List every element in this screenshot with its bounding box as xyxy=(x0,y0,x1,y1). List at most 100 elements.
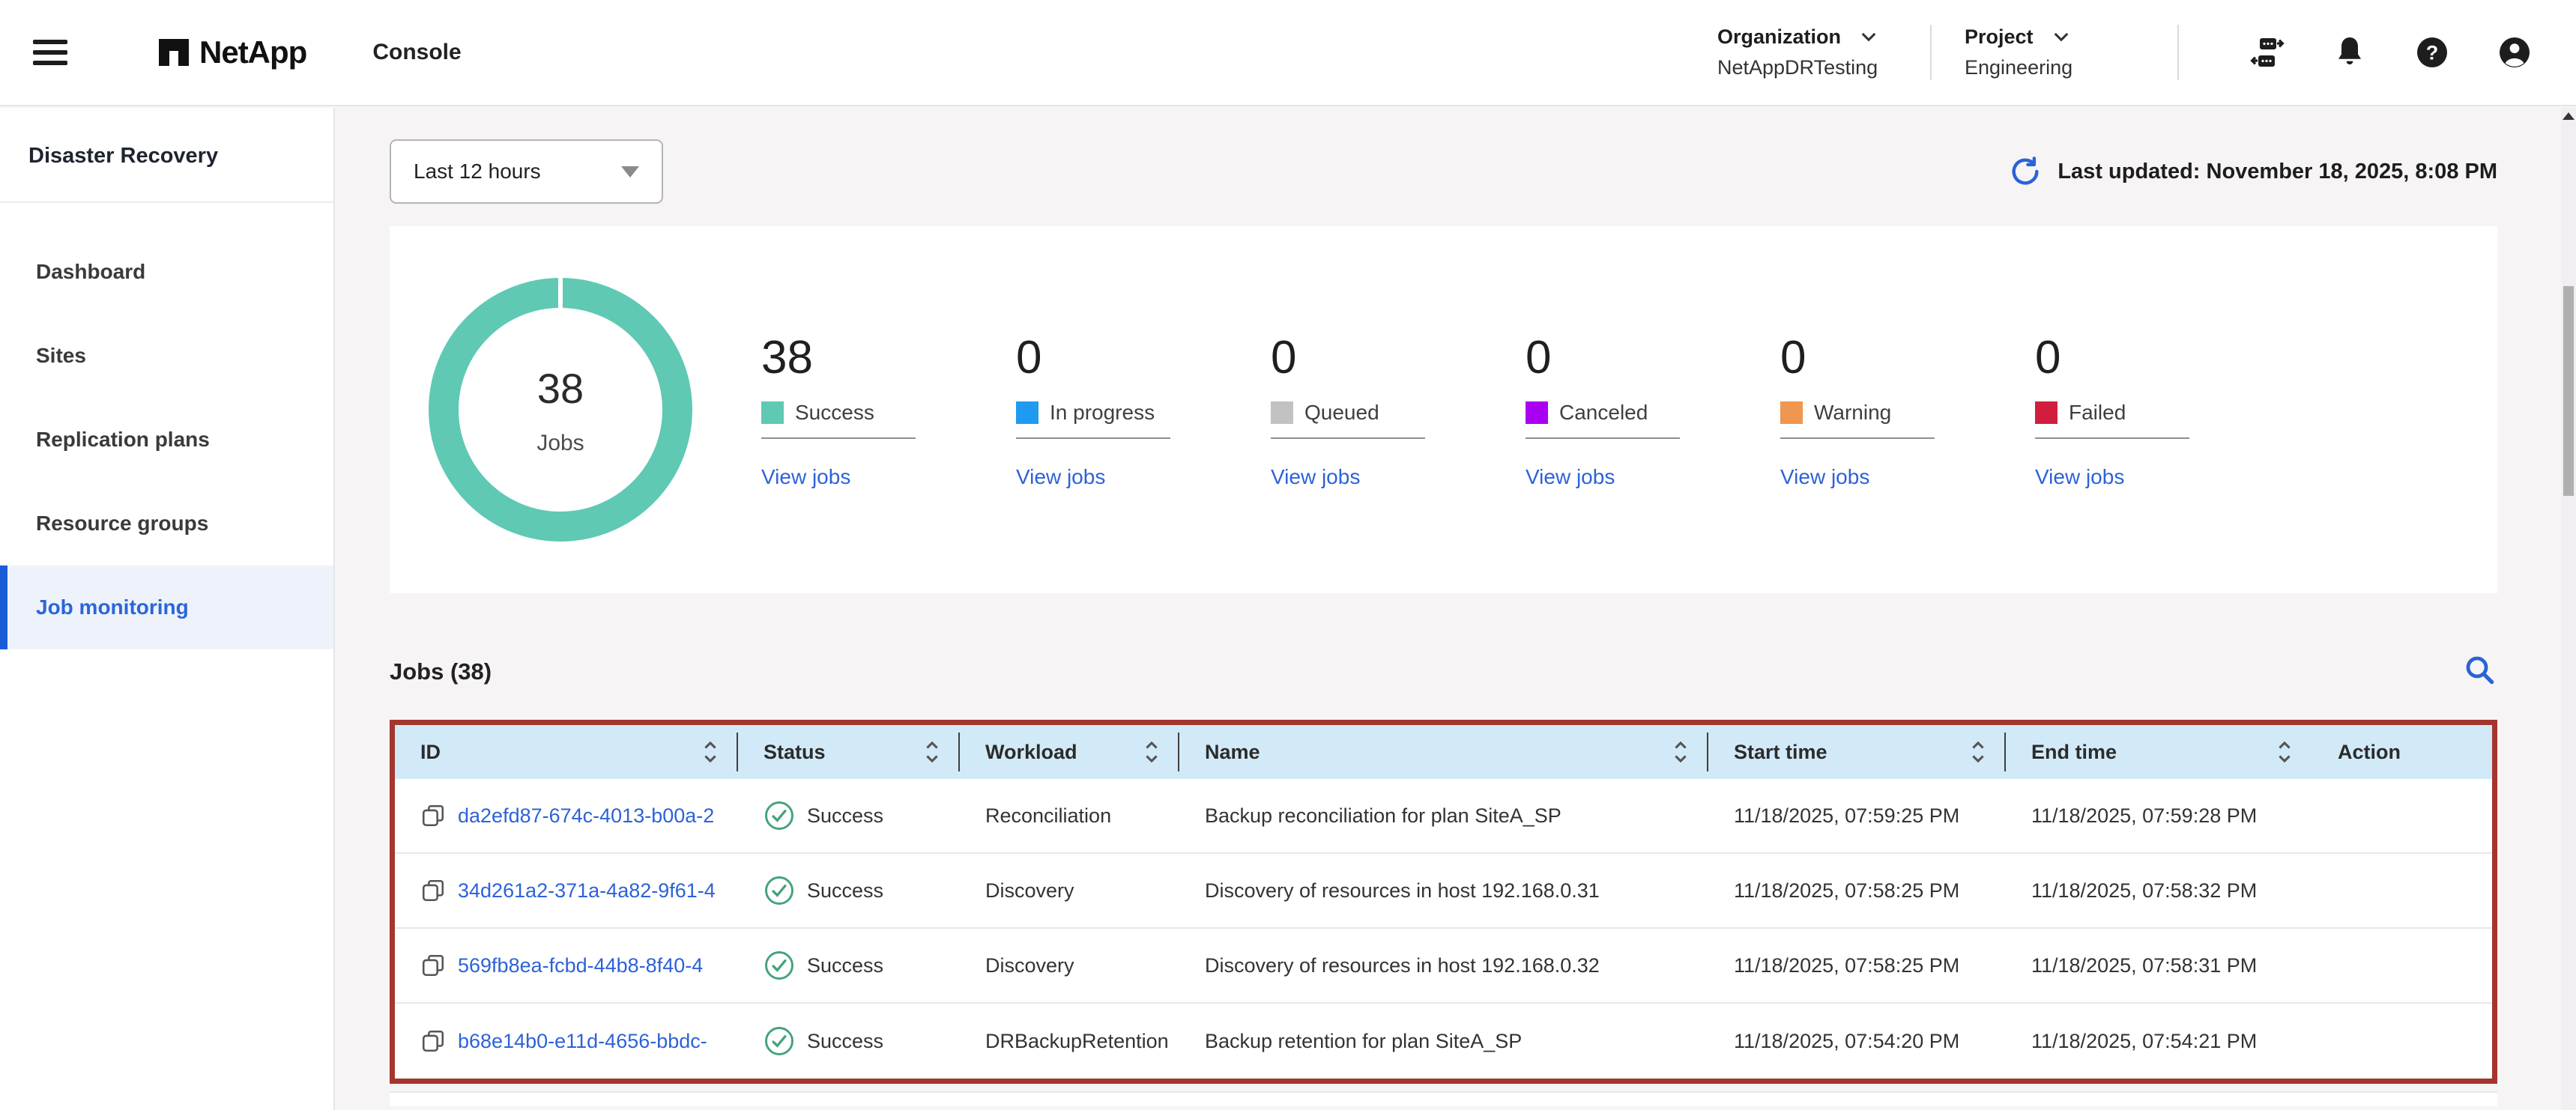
refresh-icon[interactable] xyxy=(2008,154,2043,189)
copy-icon[interactable] xyxy=(420,953,446,978)
counter-in-progress: 0 In progress View jobs xyxy=(1016,331,1205,489)
table-row-cell-name: Discovery of resources in host 192.168.0… xyxy=(1179,854,1708,929)
table-row-cell-id: 34d261a2-371a-4a82-9f61-4 xyxy=(395,854,738,929)
project-label: Project xyxy=(1965,25,2034,49)
table-row-cell-action xyxy=(2312,779,2492,854)
counter-failed: 0 Failed View jobs xyxy=(2035,331,2224,489)
copy-icon[interactable] xyxy=(420,878,446,903)
header-right-cluster: Organization NetAppDRTesting Project Eng… xyxy=(1717,25,2533,80)
legend-swatch xyxy=(1016,401,1038,424)
column-header-workload[interactable]: Workload xyxy=(960,725,1179,779)
counter-success: 38 Success View jobs xyxy=(761,331,950,489)
table-row-cell-status: Success xyxy=(738,779,960,854)
sort-icon[interactable] xyxy=(2276,739,2293,765)
view-jobs-link[interactable]: View jobs xyxy=(1526,465,1615,489)
success-check-icon xyxy=(764,950,795,981)
copy-icon[interactable] xyxy=(420,803,446,828)
column-header-id[interactable]: ID xyxy=(395,725,738,779)
view-jobs-link[interactable]: View jobs xyxy=(2035,465,2124,489)
table-row-cell-start-time: 11/18/2025, 07:58:25 PM xyxy=(1708,854,2006,929)
column-header-status[interactable]: Status xyxy=(738,725,960,779)
counter-underline xyxy=(2035,437,2189,439)
hamburger-menu-icon[interactable] xyxy=(33,34,67,71)
column-label: Status xyxy=(764,741,826,764)
sort-icon[interactable] xyxy=(1672,739,1689,765)
search-button[interactable] xyxy=(2461,652,2497,691)
sort-icon[interactable] xyxy=(1143,739,1160,765)
organization-selector[interactable]: Organization NetAppDRTesting xyxy=(1717,25,1897,79)
notifications-bell-icon[interactable] xyxy=(2332,34,2368,70)
last-updated-text: Last updated: November 18, 2025, 8:08 PM xyxy=(2058,160,2497,184)
column-label: Start time xyxy=(1734,741,1827,764)
donut-total-value: 38 xyxy=(537,364,584,413)
table-row-cell-start-time: 11/18/2025, 07:54:20 PM xyxy=(1708,1004,2006,1079)
brand-name: NetApp xyxy=(199,34,306,70)
counter-underline xyxy=(1526,437,1680,439)
job-id-link[interactable]: 34d261a2-371a-4a82-9f61-4 xyxy=(458,879,716,903)
sort-icon[interactable] xyxy=(702,739,719,765)
table-row-cell-status: Success xyxy=(738,929,960,1004)
account-icon[interactable] xyxy=(2497,34,2533,70)
view-jobs-link[interactable]: View jobs xyxy=(1780,465,1869,489)
table-row-cell-status: Success xyxy=(738,854,960,929)
table-row-cell-workload: Discovery xyxy=(960,929,1179,1004)
counter-underline xyxy=(1780,437,1935,439)
column-label: Name xyxy=(1205,741,1260,764)
table-row-cell-action xyxy=(2312,1004,2492,1079)
legend-swatch xyxy=(1271,401,1293,424)
sidebar-item-sites[interactable]: Sites xyxy=(0,314,333,398)
column-header-name[interactable]: Name xyxy=(1179,725,1708,779)
counter-count: 0 xyxy=(1780,331,1969,384)
sidebar-item-label: Resource groups xyxy=(36,512,208,536)
status-text: Success xyxy=(807,1030,883,1053)
view-jobs-link[interactable]: View jobs xyxy=(1016,465,1105,489)
sidebar-item-resource-groups[interactable]: Resource groups xyxy=(0,482,333,565)
legend-swatch xyxy=(1780,401,1803,424)
counter-warning: 0 Warning View jobs xyxy=(1780,331,1969,489)
sidebar-item-replication-plans[interactable]: Replication plans xyxy=(0,398,333,482)
header-divider xyxy=(1930,25,1932,80)
transfer-icon[interactable] xyxy=(2249,34,2285,70)
table-row-cell-name: Backup retention for plan SiteA_SP xyxy=(1179,1004,1708,1079)
legend-label: In progress xyxy=(1050,401,1155,425)
sort-icon[interactable] xyxy=(924,739,940,765)
job-id-link[interactable]: 569fb8ea-fcbd-44b8-8f40-4 xyxy=(458,954,703,977)
table-row-cell-end-time: 11/18/2025, 07:58:31 PM xyxy=(2006,929,2312,1004)
column-label: Action xyxy=(2338,741,2401,764)
time-range-select[interactable]: Last 12 hours xyxy=(390,139,663,204)
job-id-link[interactable]: da2efd87-674c-4013-b00a-2 xyxy=(458,804,714,828)
sidebar-item-job-monitoring[interactable]: Job monitoring xyxy=(0,565,333,649)
table-row-cell-workload: DRBackupRetention xyxy=(960,1004,1179,1079)
dropdown-caret-icon xyxy=(621,166,639,178)
sidebar-item-dashboard[interactable]: Dashboard xyxy=(0,230,333,314)
table-row-cell-start-time: 11/18/2025, 07:59:25 PM xyxy=(1708,779,2006,854)
table-row-partial xyxy=(390,1091,2497,1106)
project-selector[interactable]: Project Engineering xyxy=(1965,25,2144,79)
legend-label: Queued xyxy=(1304,401,1379,425)
sidebar-item-label: Dashboard xyxy=(36,260,145,284)
vertical-scrollbar[interactable] xyxy=(2561,108,2576,1110)
column-header-end-time[interactable]: End time xyxy=(2006,725,2312,779)
table-row-cell-action xyxy=(2312,929,2492,1004)
job-id-link[interactable]: b68e14b0-e11d-4656-bbdc- xyxy=(458,1030,707,1053)
jobs-table-highlight: ID Status Workload Name xyxy=(390,720,2497,1084)
scrollbar-up-arrow-icon[interactable] xyxy=(2563,112,2575,120)
legend-swatch xyxy=(761,401,784,424)
sidebar-section-title: Disaster Recovery xyxy=(0,108,333,201)
help-icon[interactable]: ? xyxy=(2414,34,2450,70)
jobs-donut-chart: 38 Jobs xyxy=(429,278,692,542)
table-row-cell-end-time: 11/18/2025, 07:59:28 PM xyxy=(2006,779,2312,854)
column-header-action: Action xyxy=(2312,725,2492,779)
sort-icon[interactable] xyxy=(1970,739,1986,765)
sidebar-item-label: Replication plans xyxy=(36,428,210,452)
scrollbar-thumb[interactable] xyxy=(2563,286,2574,496)
view-jobs-link[interactable]: View jobs xyxy=(761,465,850,489)
donut-total-label: Jobs xyxy=(536,431,584,456)
view-jobs-link[interactable]: View jobs xyxy=(1271,465,1360,489)
counter-queued: 0 Queued View jobs xyxy=(1271,331,1460,489)
column-header-start-time[interactable]: Start time xyxy=(1708,725,2006,779)
copy-icon[interactable] xyxy=(420,1028,446,1054)
status-text: Success xyxy=(807,954,883,977)
chevron-down-icon xyxy=(1860,31,1877,43)
netapp-logo-mark xyxy=(156,34,192,70)
